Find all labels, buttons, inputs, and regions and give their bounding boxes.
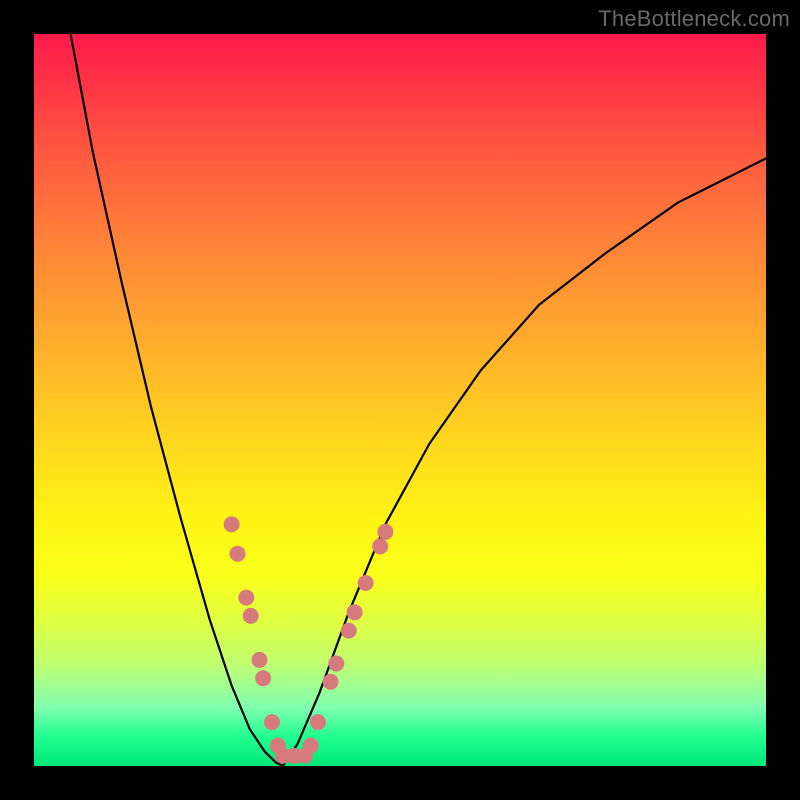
chart-frame: TheBottleneck.com — [0, 0, 800, 800]
scatter-point — [323, 674, 339, 690]
scatter-point — [310, 714, 326, 730]
scatter-point — [347, 604, 363, 620]
curve-layer — [34, 34, 766, 766]
scatter-point — [243, 608, 259, 624]
scatter-point — [224, 516, 240, 532]
scatter-point — [358, 575, 374, 591]
scatter-point — [303, 738, 319, 754]
scatter-point — [252, 652, 268, 668]
scatter-point — [341, 623, 357, 639]
scatter-point — [238, 590, 254, 606]
scatter-point — [264, 714, 280, 730]
scatter-point — [372, 538, 388, 554]
scatter-point — [255, 670, 271, 686]
scatter-point — [377, 524, 393, 540]
watermark-text: TheBottleneck.com — [598, 6, 790, 32]
scatter-point — [328, 656, 344, 672]
right-curve — [283, 158, 766, 766]
left-curve — [71, 34, 283, 766]
scatter-point — [230, 546, 246, 562]
plot-area — [34, 34, 766, 766]
